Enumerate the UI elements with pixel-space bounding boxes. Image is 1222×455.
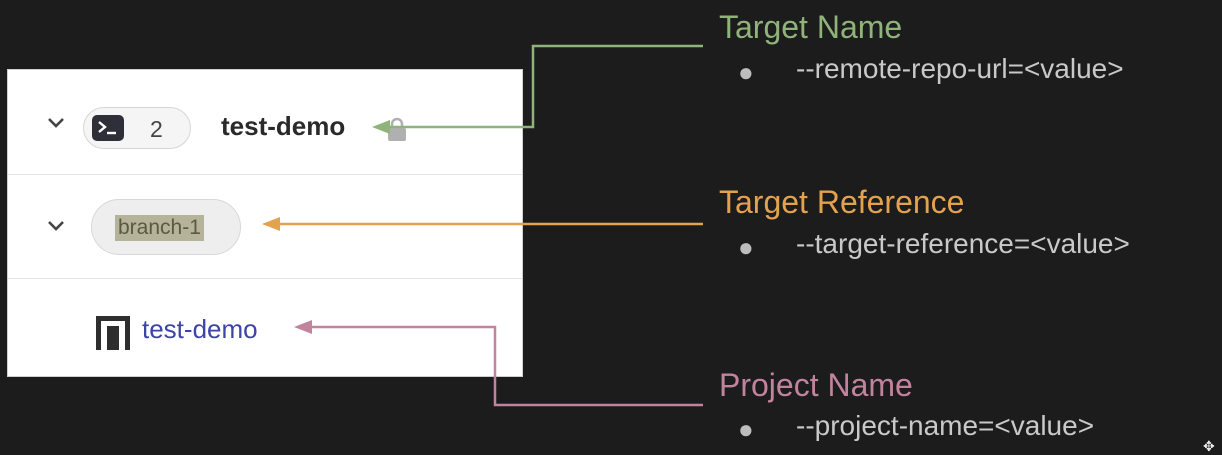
target-name-connector [372, 44, 703, 134]
bullet: ● [738, 57, 754, 87]
target-name-title: Target Name [719, 9, 903, 45]
project-name-flag: --project-name=<value> [796, 410, 1095, 441]
target-reference-title: Target Reference [719, 184, 965, 220]
bullet: ● [738, 414, 754, 444]
target-reference-connector [262, 217, 703, 231]
target-reference-flag: --target-reference=<value> [796, 228, 1130, 259]
remote-repo-url-flag: --remote-repo-url=<value> [796, 53, 1124, 84]
move-icon[interactable]: ✥ [1203, 438, 1215, 455]
bullet: ● [738, 232, 754, 262]
project-name-title: Project Name [719, 367, 913, 403]
project-name-connector [294, 320, 703, 407]
